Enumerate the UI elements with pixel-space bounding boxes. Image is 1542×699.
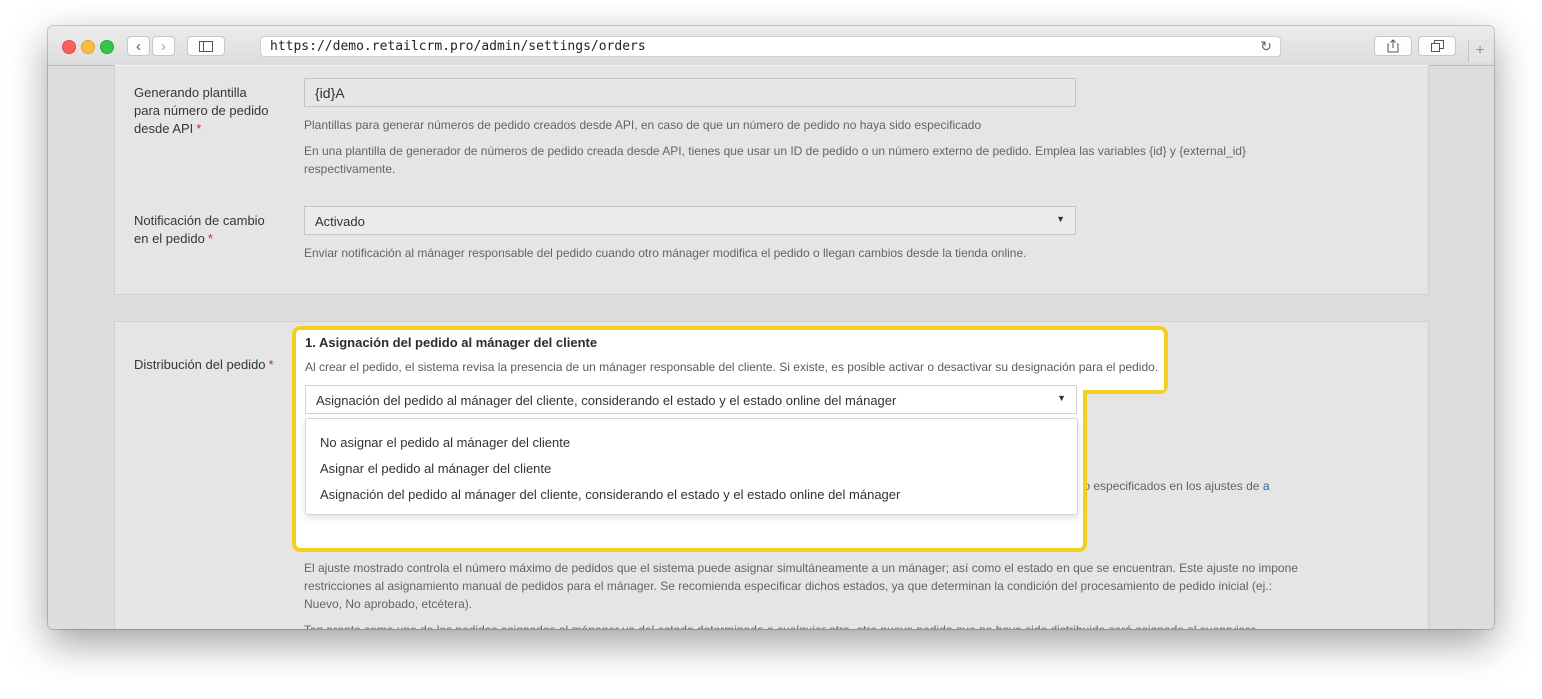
chevron-right-icon: ›	[161, 37, 166, 55]
browser-toolbar: ‹ › https://demo.retailcrm.pro/admin/set…	[48, 26, 1494, 66]
dropdown-option[interactable]: No asignar el pedido al mánager del clie…	[320, 435, 570, 450]
sidebar-icon	[199, 40, 213, 52]
forward-button[interactable]: ›	[152, 36, 175, 56]
tabs-button[interactable]	[1418, 36, 1456, 56]
chevron-left-icon: ‹	[136, 37, 141, 55]
minimize-window-button[interactable]	[81, 40, 95, 54]
share-button[interactable]	[1374, 36, 1412, 56]
dropdown-option[interactable]: Asignación del pedido al mánager del cli…	[320, 487, 900, 502]
reload-icon[interactable]: ↻	[1260, 38, 1272, 55]
new-tab-button[interactable]: +	[1468, 40, 1491, 62]
select-value: Asignación del pedido al mánager del cli…	[316, 393, 897, 408]
dropdown-option[interactable]: Asignar el pedido al mánager del cliente	[320, 461, 551, 476]
sidebar-button[interactable]	[187, 36, 225, 56]
zoom-window-button[interactable]	[100, 40, 114, 54]
share-icon	[1387, 39, 1399, 53]
close-window-button[interactable]	[62, 40, 76, 54]
tabs-icon	[1430, 40, 1444, 52]
assignment-select[interactable]: Asignación del pedido al mánager del cli…	[305, 385, 1077, 414]
assignment-description: Al crear el pedido, el sistema revisa la…	[305, 360, 1159, 374]
plus-icon: +	[1475, 42, 1485, 59]
url-text: https://demo.retailcrm.pro/admin/setting…	[270, 39, 646, 54]
page-content: Generando plantilla para número de pedid…	[48, 64, 1494, 629]
browser-window: ‹ › https://demo.retailcrm.pro/admin/set…	[48, 26, 1494, 629]
address-bar[interactable]: https://demo.retailcrm.pro/admin/setting…	[260, 36, 1281, 57]
assignment-title: 1. Asignación del pedido al mánager del …	[305, 335, 598, 350]
assignment-dropdown-menu: No asignar el pedido al mánager del clie…	[305, 418, 1078, 515]
caret-down-icon: ▼	[1057, 393, 1066, 403]
back-button[interactable]: ‹	[127, 36, 150, 56]
